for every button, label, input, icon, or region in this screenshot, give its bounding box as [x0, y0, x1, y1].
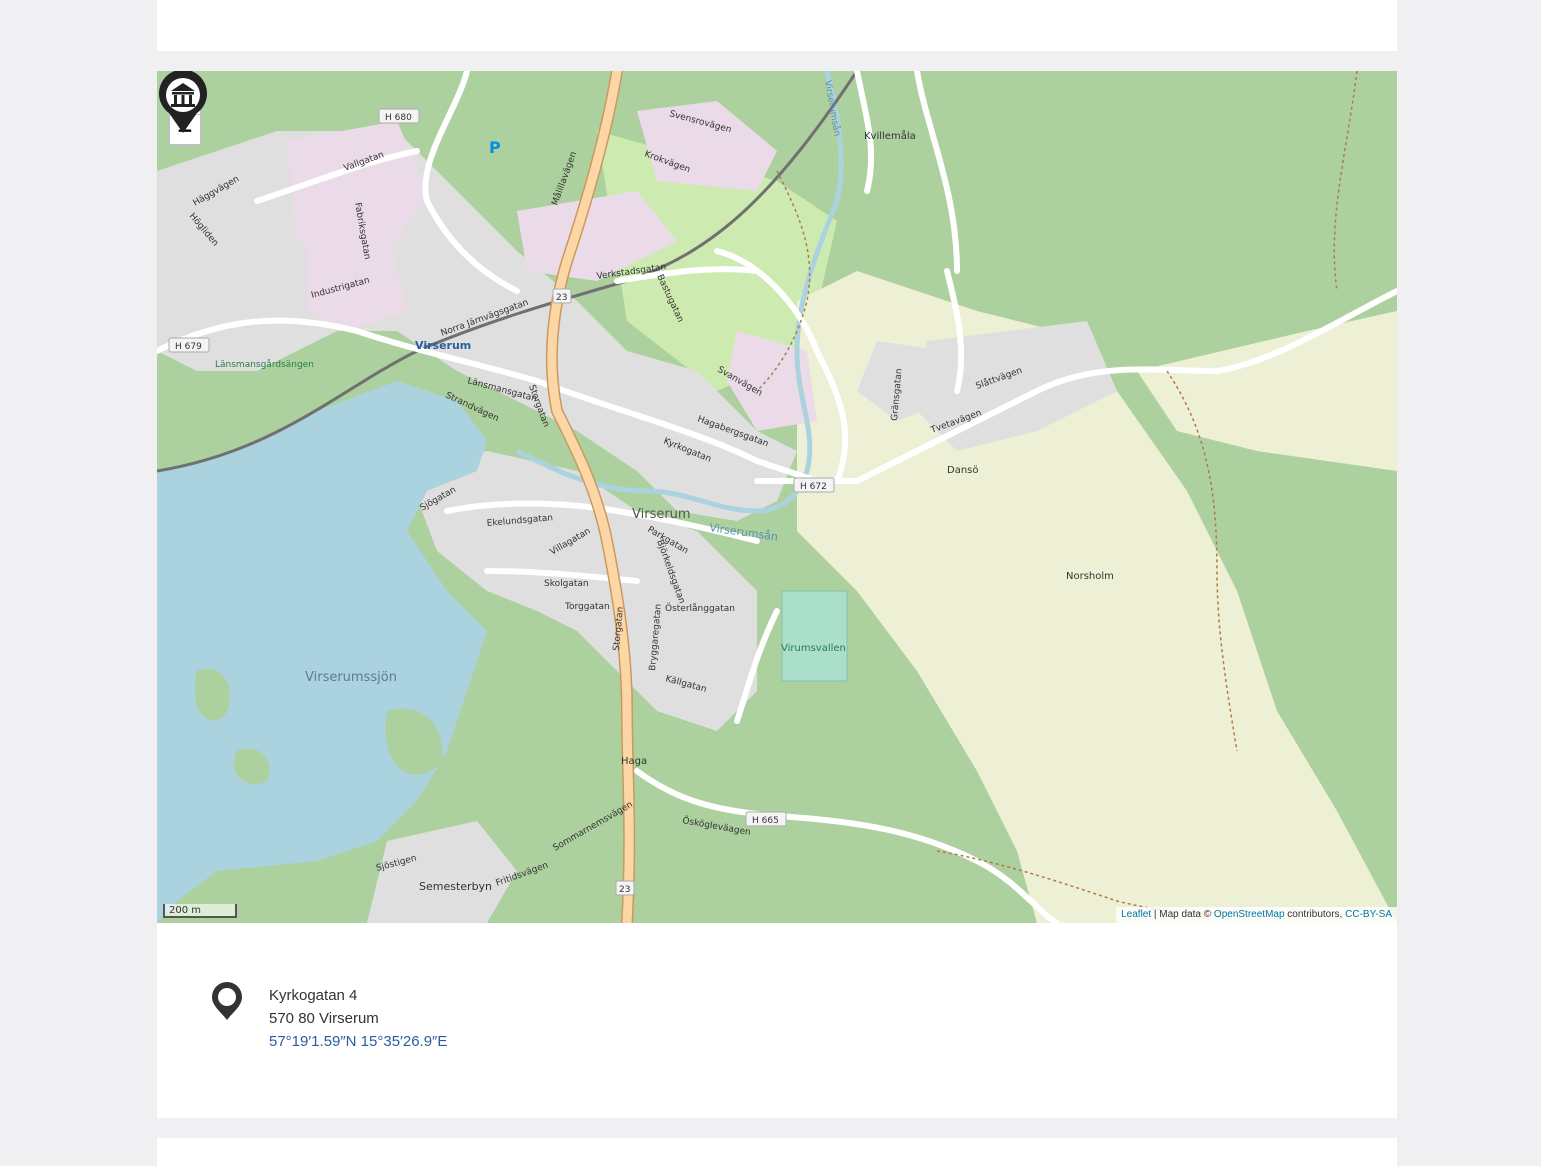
bottom-card [157, 1138, 1397, 1166]
leaflet-link[interactable]: Leaflet [1121, 909, 1151, 920]
license-link[interactable]: CC-BY-SA [1345, 909, 1392, 920]
svg-text:H 672: H 672 [800, 482, 827, 492]
shield-h665: H 665 [745, 811, 787, 827]
address-street: Kyrkogatan 4 [269, 987, 358, 1004]
shield-23-north: 23 [552, 288, 572, 304]
map-tiles: Målillavägen Storgatan Storgatan Kyrkoga… [157, 71, 1397, 923]
map-attribution: Leaflet | Map data © OpenStreetMap contr… [1116, 907, 1397, 923]
shield-h679: H 679 [168, 337, 210, 353]
label-torggatan: Torggatan [564, 602, 610, 612]
osm-link[interactable]: OpenStreetMap [1214, 909, 1285, 920]
address-coordinates-link[interactable]: 57°19′1.59″N 15°35′26.9″E [269, 1030, 447, 1053]
label-virumsvallen: Virumsvallen [781, 643, 846, 654]
label-town: Virserum [632, 507, 691, 522]
top-card [157, 0, 1397, 51]
parking-icon: P [489, 138, 501, 157]
label-kvillemala: Kvillemåla [864, 129, 916, 142]
shield-h680: H 680 [378, 108, 420, 124]
label-lake: Virserumssjön [305, 670, 397, 685]
label-osterlanggatan: Österlånggatan [665, 603, 735, 614]
svg-text:H 680: H 680 [385, 113, 412, 123]
label-virserum-station: Virserum [415, 339, 471, 352]
address-postal: 570 80 Virserum [269, 1010, 379, 1027]
shield-23-south: 23 [615, 880, 635, 896]
label-skolgatan: Skolgatan [544, 579, 589, 589]
attribution-contributors: contributors, [1284, 909, 1346, 920]
svg-text:H 679: H 679 [175, 342, 202, 352]
location-card: Målillavägen Storgatan Storgatan Kyrkoga… [157, 71, 1397, 1118]
label-semesterbyn: Semesterbyn [419, 880, 492, 893]
sports-field [781, 590, 848, 682]
label-lansmansgardsangen: Länsmansgårdsängen [215, 359, 314, 370]
scale-bar: 200 m [163, 904, 237, 918]
svg-text:23: 23 [556, 293, 567, 303]
map[interactable]: Målillavägen Storgatan Storgatan Kyrkoga… [157, 71, 1397, 923]
location-pin-icon [212, 982, 242, 1020]
shield-h672: H 672 [793, 477, 835, 493]
museum-marker-icon[interactable] [157, 71, 209, 135]
svg-text:23: 23 [619, 885, 630, 895]
svg-text:H 665: H 665 [752, 816, 779, 826]
attribution-separator: | Map data © [1151, 909, 1214, 920]
label-norsholm: Norsholm [1066, 571, 1114, 582]
label-haga: Haga [621, 756, 647, 767]
label-danso: Dansö [947, 465, 979, 476]
